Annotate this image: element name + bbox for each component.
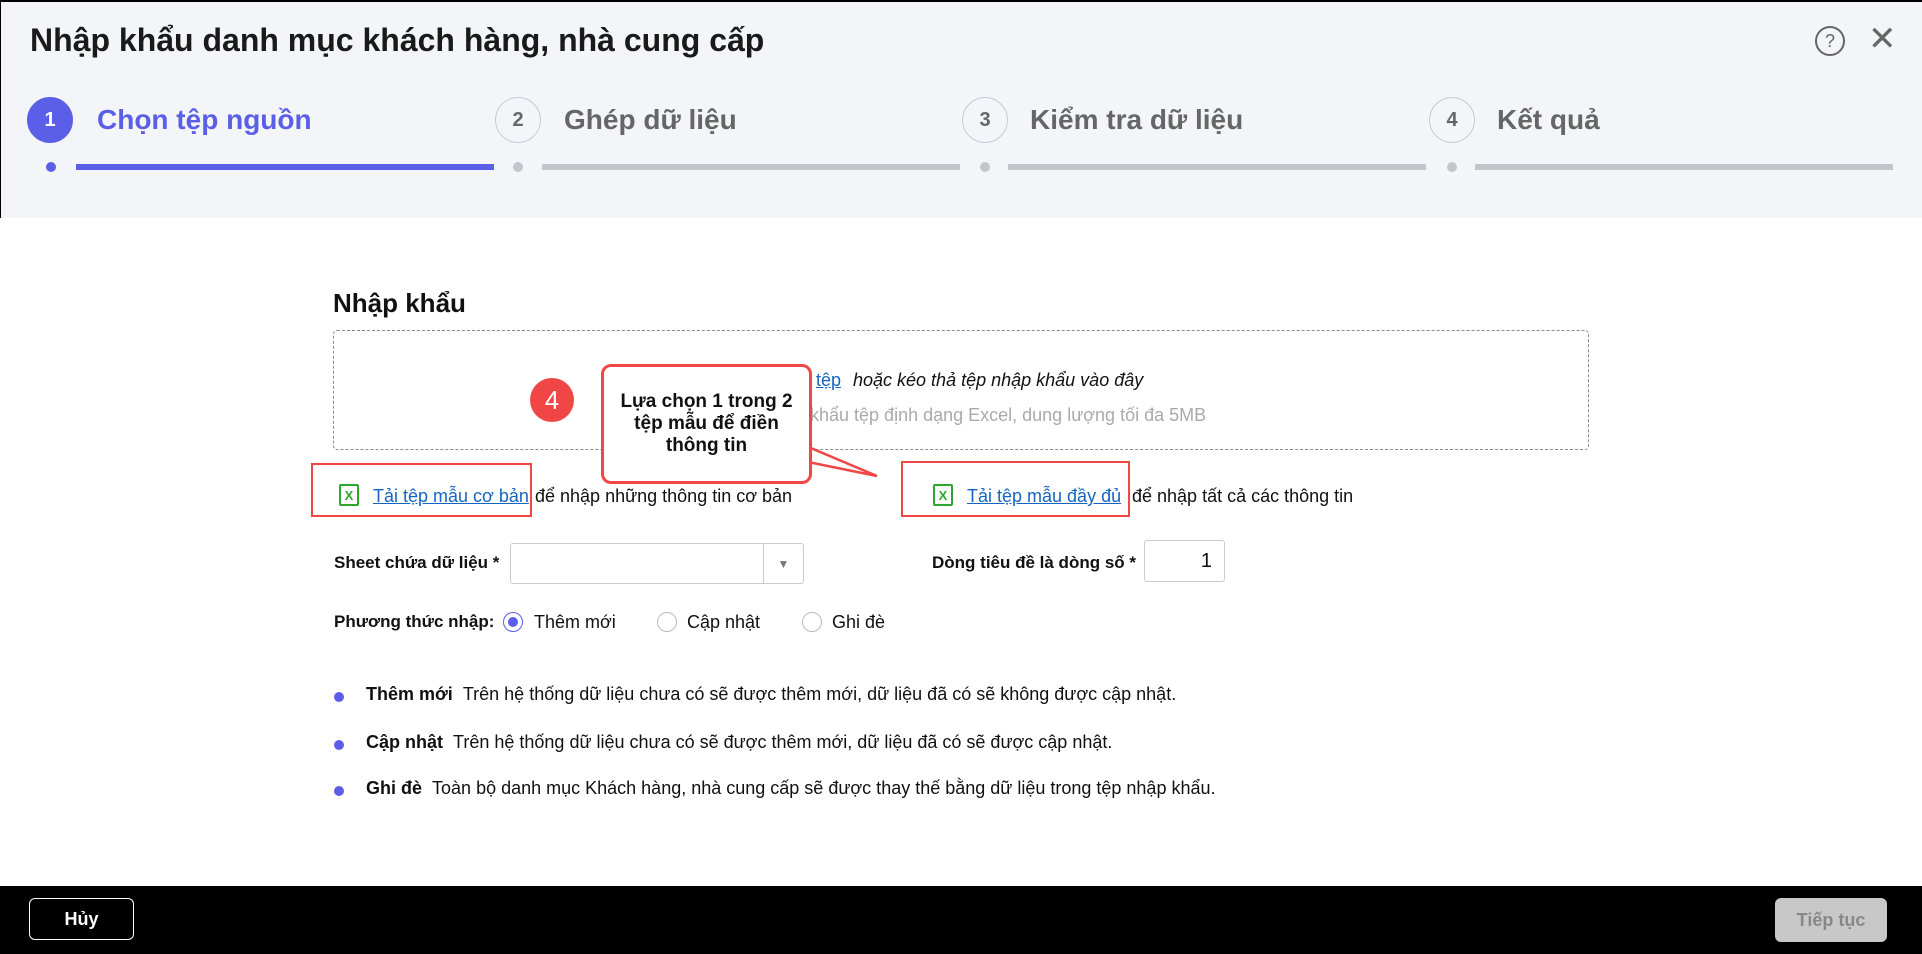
basic-template-description: để nhập những thông tin cơ bản <box>535 486 793 506</box>
radio-add-new-label[interactable]: Thêm mới <box>534 612 616 633</box>
dropzone-instruction: hoặc kéo thả tệp nhập khẩu vào đây <box>853 370 1144 390</box>
step-1-number: 1 <box>27 97 73 143</box>
step-1-progress <box>76 164 494 170</box>
step-2-label: Ghép dữ liệu <box>564 104 737 135</box>
import-method-label: Phương thức nhập: <box>334 612 495 631</box>
bullet <box>334 692 344 702</box>
step-2-dot <box>513 162 523 172</box>
bullet <box>334 740 344 750</box>
radio-update[interactable] <box>657 612 677 632</box>
note-add-new: Thêm mới Trên hệ thống dữ liệu chưa có s… <box>366 684 1177 704</box>
annotation-callout: Lựa chọn 1 trong 2 tệp mẫu để điền thông… <box>601 364 812 484</box>
step-4-label: Kết quả <box>1497 104 1600 135</box>
section-heading: Nhập khẩu <box>333 288 466 318</box>
radio-update-label[interactable]: Cập nhật <box>687 612 760 633</box>
header-row-label: Dòng tiêu đề là dòng số * <box>932 553 1136 572</box>
help-icon[interactable]: ? <box>1815 26 1845 56</box>
step-4-progress <box>1475 164 1893 170</box>
full-template-description: để nhập tất cả các thông tin <box>1132 486 1354 506</box>
choose-file-link[interactable]: tệp <box>816 370 841 391</box>
header-row-input[interactable]: 1 <box>1144 540 1225 582</box>
step-4-dot <box>1447 162 1457 172</box>
step-2-number: 2 <box>495 97 541 143</box>
note-update: Cập nhật Trên hệ thống dữ liệu chưa có s… <box>366 732 1113 752</box>
sheet-label: Sheet chứa dữ liệu * <box>334 553 500 572</box>
step-1-label: Chọn tệp nguồn <box>97 104 312 135</box>
annotation-number-badge: 4 <box>530 378 574 422</box>
step-3-label: Kiểm tra dữ liệu <box>1030 104 1244 135</box>
step-2-progress <box>542 164 960 170</box>
step-4-number: 4 <box>1429 97 1475 143</box>
step-3-dot <box>980 162 990 172</box>
dialog-title: Nhập khẩu danh mục khách hàng, nhà cung … <box>30 22 765 58</box>
note-overwrite: Ghi đè Toàn bộ danh mục Khách hàng, nhà … <box>366 778 1216 798</box>
close-icon[interactable]: ✕ <box>1868 22 1897 56</box>
step-3-progress <box>1008 164 1426 170</box>
radio-add-new[interactable] <box>503 612 523 632</box>
sheet-select[interactable]: ▼ <box>510 543 804 584</box>
dialog-footer <box>0 886 1922 954</box>
chevron-down-icon[interactable]: ▼ <box>763 544 803 583</box>
radio-overwrite-label[interactable]: Ghi đè <box>832 612 885 633</box>
highlight-full-template <box>901 461 1130 517</box>
bullet <box>334 786 344 796</box>
cancel-button[interactable]: Hủy <box>29 898 134 940</box>
continue-button[interactable]: Tiếp tục <box>1775 898 1887 942</box>
radio-overwrite[interactable] <box>802 612 822 632</box>
step-1-dot <box>46 162 56 172</box>
highlight-basic-template <box>311 463 532 517</box>
step-3-number: 3 <box>962 97 1008 143</box>
